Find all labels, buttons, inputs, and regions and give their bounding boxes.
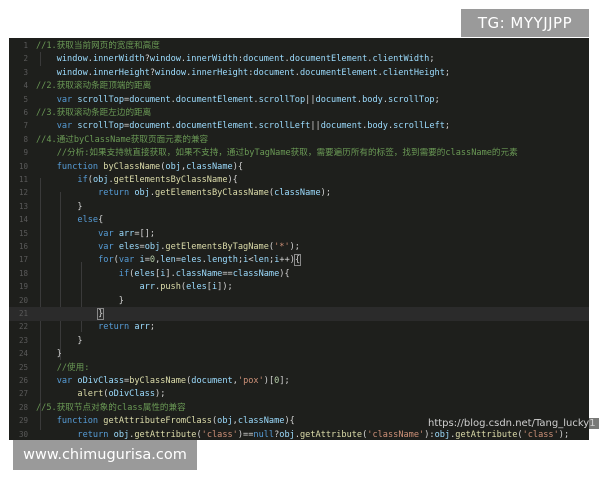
line-number: 23 [18, 335, 28, 345]
line-number: 3 [23, 67, 28, 77]
code-text: //3.获取滚动条距左边的距离 [36, 108, 152, 118]
code-text: function getAttributeFromClass(obj,class… [56, 416, 295, 427]
code-line[interactable]: 14 else{ [9, 213, 589, 227]
line-number: 19 [18, 282, 28, 292]
code-line[interactable]: 27 alert(oDivClass); [9, 387, 589, 401]
code-text: //使用: [56, 362, 90, 373]
code-line[interactable]: 4 //2.获取滚动条距顶端的距离 [9, 79, 589, 93]
code-text: var scrollTop=document.documentElement.s… [56, 121, 451, 132]
code-line[interactable]: 17 for(var i=0,len=eles.length;i<len;i++… [9, 253, 589, 267]
line-number: 12 [18, 188, 28, 198]
code-text: //5.获取节点对象的class属性的兼容 [36, 402, 186, 413]
code-line[interactable]: 10 function byClassName(obj,className){ [9, 160, 589, 174]
line-number: 17 [18, 255, 28, 265]
line-number: 16 [18, 242, 28, 251]
code-line[interactable]: 8 //4.通过byClassName获取页面元素的兼容 [9, 133, 589, 147]
code-line[interactable]: 20 } [9, 294, 589, 308]
line-number: 22 [18, 322, 28, 332]
code-line[interactable]: 16 var eles=obj.getElementsByTagName('*'… [9, 240, 589, 254]
code-line[interactable]: 3 window.innerHeight?window.innerHeight:… [9, 66, 589, 80]
line-number: 30 [18, 429, 28, 439]
code-text: return obj.getAttribute('class')==null?o… [77, 429, 570, 440]
code-text: function byClassName(obj,className){ [56, 161, 244, 172]
code-line[interactable]: 7 var scrollTop=document.documentElement… [9, 119, 589, 133]
code-line[interactable]: 21 } [9, 307, 589, 321]
code-text: } [36, 335, 83, 346]
code-text: //分析:如果支持就直接获取，如果不支持，通过byTagName获取，需要遍历所… [56, 148, 518, 159]
code-line[interactable]: 25 //使用: [9, 361, 589, 375]
line-number: 21 [18, 309, 28, 318]
code-text: //2.获取滚动条距顶端的距离 [36, 81, 152, 92]
code-line[interactable]: 11 if(obj.getElementsByClassName){ [9, 173, 589, 187]
code-text: for(var i=0,len=eles.length;i<len;i++){ [98, 254, 302, 267]
code-text: } [36, 201, 83, 212]
line-number: 8 [23, 134, 28, 144]
line-number: 29 [18, 416, 28, 426]
line-number: 1 [23, 41, 28, 50]
code-text: alert(oDivClass); [77, 389, 166, 400]
watermark-bottom: www.chimugurisa.com [13, 440, 197, 470]
code-text: //1.获取当前网页的宽度和高度 [36, 41, 160, 51]
code-line[interactable]: 6 //3.获取滚动条距左边的距离 [9, 106, 589, 120]
line-number: 4 [23, 81, 28, 91]
code-text: var oDivClass=byClassName(document,'pox'… [56, 376, 290, 386]
code-line[interactable]: 9 //分析:如果支持就直接获取，如果不支持，通过byTagName获取，需要遍… [9, 146, 589, 160]
code-text: arr.push(eles[i]); [139, 282, 233, 293]
line-number: 10 [18, 161, 28, 171]
code-text: window.innerHeight?window.innerHeight:do… [56, 67, 451, 78]
code-line[interactable]: 1 //1.获取当前网页的宽度和高度 [9, 39, 589, 53]
code-text: var arr=[]; [98, 228, 156, 239]
line-number: 6 [23, 108, 28, 117]
line-number: 26 [18, 376, 28, 385]
code-text: if(obj.getElementsByClassName){ [77, 175, 238, 185]
code-text: if(eles[i].className==className){ [118, 268, 290, 279]
code-line[interactable]: 30 return obj.getAttribute('class')==nul… [9, 428, 589, 440]
line-number: 15 [18, 228, 28, 238]
line-number: 25 [18, 362, 28, 372]
code-text: var eles=obj.getElementsByTagName('*'); [98, 242, 300, 252]
code-text: window.innerWidth?window.innerWidth:docu… [56, 54, 435, 65]
code-line[interactable]: 15 var arr=[]; [9, 227, 589, 241]
code-text: //4.通过byClassName获取页面元素的兼容 [36, 134, 209, 145]
code-text: return obj.getElementsByClassName(classN… [98, 188, 331, 199]
code-line[interactable]: 5 var scrollTop=document.documentElement… [9, 93, 589, 107]
line-number: 20 [18, 295, 28, 305]
code-line[interactable]: 24 } [9, 347, 589, 361]
line-number: 5 [23, 94, 28, 104]
code-line[interactable]: 28 //5.获取节点对象的class属性的兼容 [9, 401, 589, 415]
line-number: 9 [23, 148, 28, 158]
code-text: return arr; [98, 322, 156, 333]
code-editor[interactable]: 1//1.获取当前网页的宽度和高度 2 window.innerWidth?win… [9, 38, 589, 440]
line-number: 24 [18, 349, 28, 359]
code-text: } [97, 308, 105, 320]
code-text: } [36, 349, 62, 360]
code-text: } [36, 295, 124, 306]
code-line[interactable]: 19 arr.push(eles[i]); [9, 280, 589, 294]
line-number: 2 [23, 54, 28, 64]
code-line[interactable]: 22 return arr; [9, 320, 589, 334]
code-text: var scrollTop=document.documentElement.s… [56, 94, 440, 105]
code-line[interactable]: 2 window.innerWidth?window.innerWidth:do… [9, 52, 589, 66]
line-number: 13 [18, 201, 28, 211]
line-number: 28 [18, 402, 28, 412]
code-line[interactable]: 13 } [9, 200, 589, 214]
line-number: 18 [18, 268, 28, 278]
code-line[interactable]: 12 return obj.getElementsByClassName(cla… [9, 186, 589, 200]
watermark-top: TG: MYYJJPP [461, 9, 589, 37]
watermark-csdn: https://blog.csdn.net/Tang_lucky1 [425, 418, 599, 429]
line-number: 14 [18, 215, 28, 225]
code-line[interactable]: 26 var oDivClass=byClassName(document,'p… [9, 374, 589, 388]
code-line[interactable]: 18 if(eles[i].className==className){ [9, 267, 589, 281]
code-line[interactable]: 23 } [9, 334, 589, 348]
line-number: 11 [18, 175, 28, 184]
line-number: 27 [18, 389, 28, 399]
code-text: else{ [77, 215, 104, 226]
line-number: 7 [23, 121, 28, 131]
